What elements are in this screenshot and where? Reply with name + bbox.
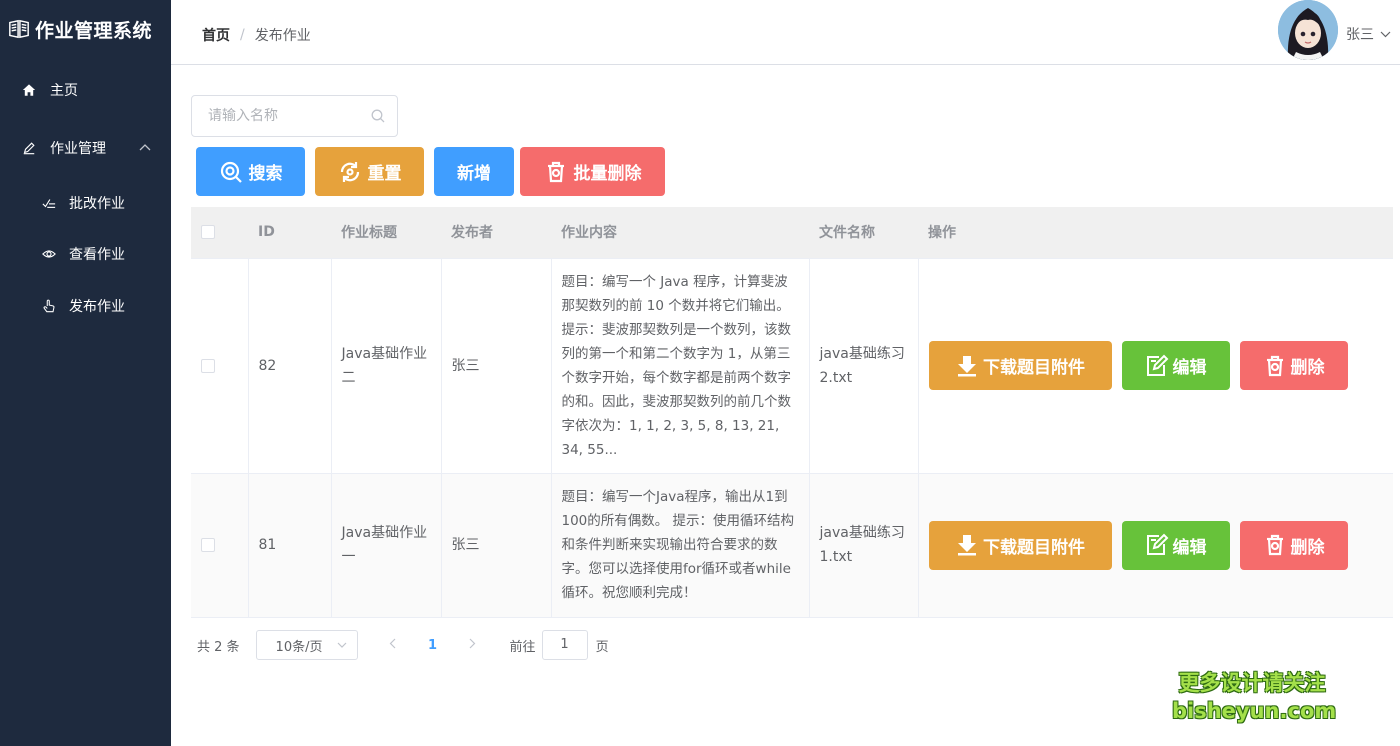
- delete-button[interactable]: 删除: [1239, 520, 1348, 570]
- breadcrumb-separator: /: [240, 27, 245, 43]
- refresh-icon: [340, 161, 359, 182]
- download-attachment-button[interactable]: 下载题目附件: [928, 520, 1112, 570]
- column-header-publisher: 发布者: [441, 207, 551, 259]
- watermark-line1: 更多设计请关注: [1178, 671, 1326, 695]
- page-number[interactable]: 1: [418, 638, 448, 653]
- book-icon: [9, 19, 29, 39]
- page-suffix: 页: [595, 639, 609, 655]
- sidebar-item-label: 批改作业: [69, 196, 125, 212]
- table-header-row: ID 作业标题 发布者 作业内容 文件名称 操作: [191, 207, 1393, 259]
- reset-button[interactable]: 重置: [315, 147, 424, 196]
- goto-label: 前往: [509, 639, 536, 655]
- sidebar-item-label: 查看作业: [69, 247, 125, 263]
- delete-button[interactable]: 删除: [1239, 341, 1348, 390]
- homework-table: ID 作业标题 发布者 作业内容 文件名称 操作 82 Java基础作业二 张三…: [191, 207, 1393, 618]
- pagination-total: 共 2 条: [197, 639, 240, 655]
- column-header-actions: 操作: [918, 207, 1393, 259]
- batch-delete-button[interactable]: 批量删除: [520, 147, 665, 196]
- home-icon: [21, 82, 37, 98]
- search-button[interactable]: 搜索: [196, 147, 305, 196]
- search-icon: [220, 161, 242, 183]
- watermark-line2: bisheyun.com: [1172, 699, 1337, 723]
- chevron-down-icon: [1380, 31, 1391, 37]
- cell-publisher: 张三: [441, 258, 552, 474]
- next-page-button[interactable]: [458, 638, 488, 653]
- table-row: 81 Java基础作业一 张三 题目：编写一个Java程序，输出从1到100的所…: [191, 473, 1393, 618]
- download-icon: [958, 355, 976, 376]
- download-icon: [958, 535, 976, 556]
- trash-icon: [1266, 355, 1283, 376]
- column-header-id: ID: [248, 207, 331, 259]
- cell-publisher: 张三: [441, 473, 552, 618]
- edit-button[interactable]: 编辑: [1121, 341, 1230, 390]
- cell-id: 82: [248, 258, 332, 474]
- cell-file: java基础练习1.txt: [809, 473, 919, 618]
- cell-title: Java基础作业一: [331, 473, 442, 618]
- search-box: [191, 95, 398, 137]
- trash-icon: [1266, 534, 1283, 556]
- download-attachment-button[interactable]: 下载题目附件: [928, 341, 1112, 390]
- username: 张三: [1346, 27, 1374, 43]
- header: 首页 / 发布作业 张三: [171, 0, 1400, 65]
- add-button[interactable]: 新增: [434, 147, 514, 196]
- sidebar-item-view-homework[interactable]: 查看作业: [0, 231, 171, 277]
- row-checkbox[interactable]: [201, 538, 215, 552]
- cell-file: java基础练习2.txt: [809, 258, 919, 474]
- page-size-select[interactable]: 10条/页: [255, 630, 358, 660]
- avatar[interactable]: [1278, 0, 1338, 60]
- edit-button[interactable]: 编辑: [1121, 520, 1230, 570]
- user-menu[interactable]: 张三: [1346, 24, 1391, 44]
- pagination: 共 2 条 10条/页 1 前往 1 页: [197, 630, 609, 660]
- app-title: 作业管理系统: [35, 19, 153, 42]
- chevron-right-icon: [469, 638, 476, 648]
- chevron-down-icon: [337, 642, 346, 648]
- sidebar-item-homework-management[interactable]: 作业管理: [0, 125, 171, 171]
- hand-pointer-icon: [41, 298, 57, 314]
- breadcrumb: 首页 / 发布作业: [202, 25, 311, 45]
- sidebar-item-grade-homework[interactable]: 批改作业: [0, 180, 171, 226]
- breadcrumb-home[interactable]: 首页: [202, 25, 230, 45]
- cell-actions: 下载题目附件 编辑 删除: [918, 473, 1393, 618]
- column-header-title: 作业标题: [331, 207, 441, 259]
- grade-icon: [41, 195, 57, 211]
- select-all-cell: [191, 207, 248, 259]
- select-all-checkbox[interactable]: [201, 225, 215, 240]
- goto-page-input[interactable]: 1: [541, 630, 588, 660]
- sidebar-item-publish-homework[interactable]: 发布作业: [0, 283, 171, 329]
- pencil-icon: [21, 140, 37, 156]
- breadcrumb-current: 发布作业: [254, 28, 311, 44]
- column-header-content: 作业内容: [551, 207, 809, 259]
- sidebar: 作业管理系统 主页 作业管理 批改作业 查看作业 发布作业: [0, 0, 171, 746]
- sidebar-item-label: 主页: [50, 83, 78, 99]
- cell-id: 81: [248, 473, 332, 618]
- cell-content: 题目：编写一个 Java 程序，计算斐波那契数列的前 10 个数并将它们输出。 …: [551, 258, 810, 474]
- sidebar-item-home[interactable]: 主页: [0, 67, 171, 113]
- sidebar-item-label: 发布作业: [69, 299, 125, 315]
- eye-icon: [41, 246, 57, 262]
- chevron-up-icon: [139, 144, 151, 151]
- sidebar-item-label: 作业管理: [50, 141, 106, 157]
- table-row: 82 Java基础作业二 张三 题目：编写一个 Java 程序，计算斐波那契数列…: [191, 258, 1393, 474]
- row-checkbox[interactable]: [201, 358, 215, 373]
- search-input[interactable]: [192, 96, 362, 136]
- trash-icon: [547, 161, 564, 182]
- search-icon[interactable]: [371, 109, 385, 123]
- watermark: 更多设计请关注 bisheyun.com: [1172, 668, 1337, 724]
- cell-actions: 下载题目附件 编辑 删除: [918, 258, 1393, 474]
- column-header-file: 文件名称: [809, 207, 918, 259]
- edit-icon: [1146, 354, 1168, 376]
- app-logo: 作业管理系统: [0, 0, 171, 58]
- chevron-left-icon: [389, 638, 396, 648]
- cell-content: 题目：编写一个Java程序，输出从1到100的所有偶数。 提示：使用循环结构和条…: [551, 473, 810, 618]
- edit-icon: [1146, 533, 1168, 555]
- prev-page-button[interactable]: [378, 638, 408, 653]
- cell-title: Java基础作业二: [331, 258, 442, 474]
